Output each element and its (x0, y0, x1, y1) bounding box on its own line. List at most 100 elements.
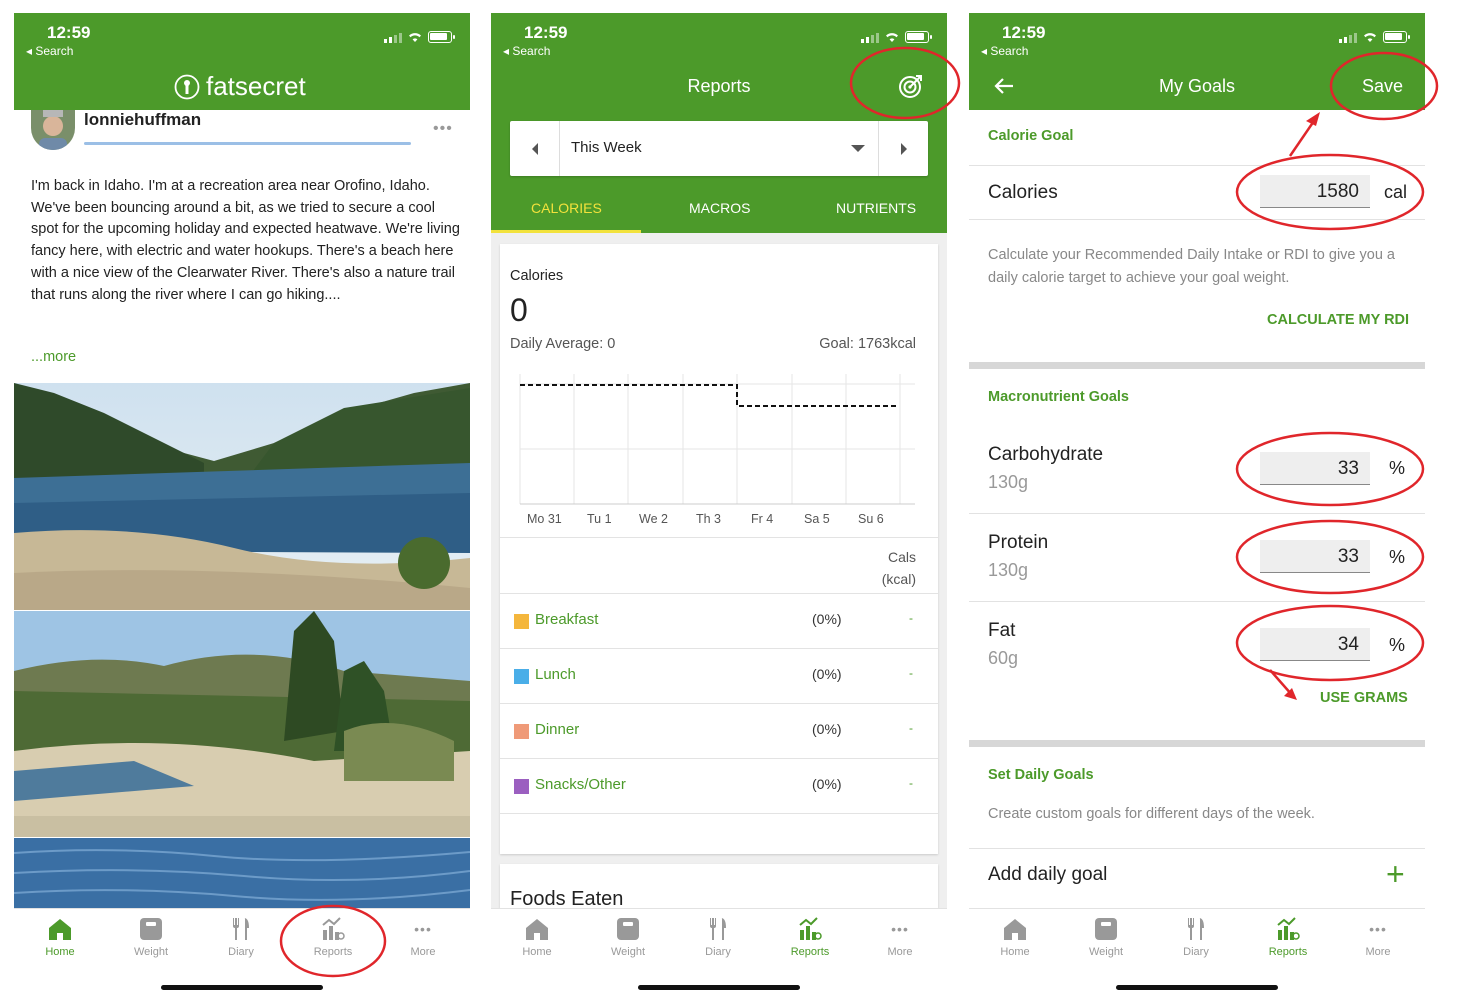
post-username[interactable]: lonniehuffman (84, 110, 201, 130)
post-options-icon[interactable]: ••• (433, 120, 453, 138)
protein-input[interactable]: 33 (1260, 540, 1370, 573)
previous-period-button[interactable] (510, 121, 560, 176)
breakfast-swatch (514, 614, 529, 629)
macro-grams: 60g (988, 648, 1019, 668)
tab-home[interactable]: Home (980, 915, 1050, 958)
post-photo-beach[interactable] (14, 611, 470, 837)
post-photo-water[interactable] (14, 838, 470, 908)
meal-name: Dinner (535, 721, 580, 738)
macro-unit: % (1389, 458, 1406, 478)
tab-weight[interactable]: Weight (1071, 915, 1141, 958)
macro-unit: % (1389, 547, 1406, 567)
tab-diary[interactable]: Diary (206, 915, 276, 958)
table-row[interactable]: Dinner (0%) - (500, 703, 938, 758)
home-icon (1004, 919, 1026, 940)
goal-line (520, 384, 896, 407)
add-daily-goal-label[interactable]: Add daily goal (988, 864, 1107, 886)
back-to-search-link[interactable]: ◂ Search (26, 44, 73, 58)
calories-unit: cal (1384, 182, 1408, 202)
tab-reports[interactable]: Reports (775, 915, 845, 958)
fork-knife-icon (233, 918, 249, 940)
section-separator (969, 362, 1425, 369)
tab-calories[interactable]: CALORIES (531, 200, 602, 216)
tab-weight[interactable]: Weight (593, 915, 663, 958)
back-to-search-link[interactable]: ◂ Search (981, 44, 1028, 58)
caret-left-icon (531, 142, 538, 155)
tab-more[interactable]: ••• More (388, 915, 458, 958)
divider (969, 601, 1425, 602)
top-bar: 12:59 ◂ Search fatsecret (14, 13, 470, 110)
table-row[interactable]: Snacks/Other (0%) - (500, 758, 938, 813)
meal-cals: - (909, 666, 913, 680)
table-row[interactable]: Breakfast (0%) - (500, 593, 938, 648)
more-dots-icon: ••• (1369, 921, 1387, 937)
day-label: Tu 1 (587, 512, 612, 526)
tab-diary-label: Diary (1183, 946, 1209, 958)
more-link[interactable]: ...more (31, 349, 76, 365)
tab-diary[interactable]: Diary (1161, 915, 1231, 958)
reports-chart-icon (1277, 917, 1300, 940)
tab-nutrients[interactable]: NUTRIENTS (836, 200, 916, 216)
divider (969, 848, 1425, 849)
day-label: We 2 (639, 512, 668, 526)
tab-reports[interactable]: Reports (1253, 915, 1323, 958)
tab-more-label: More (410, 946, 436, 958)
back-to-search-link[interactable]: ◂ Search (503, 44, 550, 58)
meal-cals: - (909, 776, 913, 790)
calories-input[interactable]: 1580 (1260, 175, 1370, 208)
tab-more[interactable]: ••• More (1343, 915, 1413, 958)
home-indicator (1116, 985, 1278, 990)
tab-reports[interactable]: Reports (298, 915, 368, 958)
tab-more[interactable]: ••• More (865, 915, 935, 958)
divider (969, 219, 1425, 220)
wifi-icon (886, 33, 898, 42)
goals-screen: 12:59 ◂ Search My Goals Save Calorie Goa… (969, 13, 1425, 1002)
fat-input[interactable]: 34 (1260, 628, 1370, 661)
tab-weight[interactable]: Weight (116, 915, 186, 958)
tab-home[interactable]: Home (25, 915, 95, 958)
reports-chart-icon (799, 917, 822, 940)
column-header-unit: (kcal) (881, 571, 916, 587)
tab-home[interactable]: Home (502, 915, 572, 958)
caret-right-icon (900, 142, 907, 155)
cellular-signal-icon (861, 33, 879, 43)
day-label: Su 6 (858, 512, 884, 526)
calorie-goal: Goal: 1763kcal (819, 336, 916, 352)
tab-more-label: More (1365, 946, 1391, 958)
tab-diary[interactable]: Diary (683, 915, 753, 958)
tab-macros[interactable]: MACROS (689, 200, 750, 216)
table-row[interactable]: Lunch (0%) - (500, 648, 938, 703)
more-dots-icon: ••• (414, 921, 432, 937)
foods-eaten-card: Foods Eaten (500, 864, 938, 910)
use-grams-link[interactable]: USE GRAMS (1320, 690, 1408, 706)
meal-name: Lunch (535, 666, 576, 683)
period-value[interactable]: This Week (571, 139, 642, 156)
tab-weight-label: Weight (133, 946, 169, 958)
next-period-button[interactable] (878, 121, 928, 176)
goal-target-icon[interactable] (898, 73, 924, 99)
fork-knife-icon (1188, 918, 1204, 940)
macro-name: Fat (988, 620, 1016, 641)
tab-weight-label: Weight (1088, 946, 1124, 958)
feed-screen: 12:59 ◂ Search fatsecret lonniehuffman •… (14, 13, 470, 1002)
meal-percent: (0%) (812, 611, 842, 627)
avatar[interactable] (31, 110, 75, 150)
save-button[interactable]: Save (1362, 76, 1403, 97)
calories-card: Calories 0 Daily Average: 0 Goal: 1763kc… (500, 244, 938, 854)
add-daily-goal-plus-icon[interactable]: + (1386, 856, 1405, 893)
dinner-swatch (514, 724, 529, 739)
fatsecret-logo-icon (174, 74, 200, 99)
top-bar: 12:59 ◂ Search Reports (491, 13, 947, 110)
chevron-down-icon[interactable] (851, 145, 865, 152)
macro-grams: 130g (988, 472, 1029, 492)
reports-screen: 12:59 ◂ Search Reports This Week CALORIE… (491, 13, 947, 1002)
table-header: Cals (kcal) (500, 537, 938, 593)
snacks-swatch (514, 779, 529, 794)
section-separator (969, 740, 1425, 747)
top-bar: 12:59 ◂ Search My Goals Save (969, 13, 1425, 110)
macro-grams: 130g (988, 560, 1029, 580)
post-photo-river[interactable] (14, 383, 470, 610)
carbohydrate-input[interactable]: 33 (1260, 452, 1370, 485)
calculate-rdi-link[interactable]: CALCULATE MY RDI (1267, 312, 1409, 328)
day-label: Mo 31 (527, 512, 562, 526)
